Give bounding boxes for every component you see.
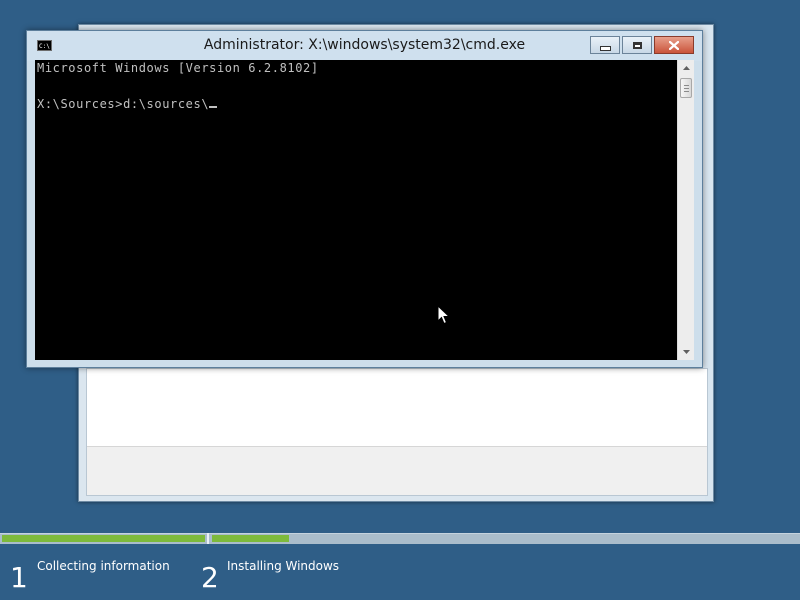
vertical-scrollbar[interactable]: [677, 60, 694, 360]
progress-fill-step1: [2, 535, 205, 542]
close-button[interactable]: [654, 36, 694, 54]
step-number: 2: [201, 561, 219, 594]
scroll-down-button[interactable]: [678, 344, 695, 360]
scroll-up-button[interactable]: [678, 60, 695, 76]
progress-fill-step2: [212, 535, 289, 542]
setup-progress-bar: [0, 533, 800, 544]
mouse-pointer-icon: [437, 305, 451, 325]
thumb-grip: [684, 88, 689, 89]
setup-content-area: [86, 368, 708, 496]
scroll-thumb[interactable]: [680, 78, 692, 98]
text-cursor: [209, 106, 218, 108]
maximize-icon: [632, 41, 642, 49]
progress-segment-step2: [209, 533, 800, 544]
minimize-icon: [599, 45, 611, 51]
step-number: 1: [10, 561, 28, 594]
console-prompt-line[interactable]: X:\Sources>d:\sources\: [37, 98, 677, 110]
step-label: Collecting information: [37, 559, 170, 573]
scroll-up-icon: [683, 66, 690, 70]
step-label: Installing Windows: [227, 559, 340, 573]
console-line-version: Microsoft Windows [Version 6.2.8102]: [37, 61, 319, 75]
thumb-grip: [684, 91, 689, 92]
maximize-button[interactable]: [622, 36, 652, 54]
scroll-down-icon: [683, 350, 690, 354]
thumb-grip: [684, 85, 689, 86]
console-output[interactable]: Microsoft Windows [Version 6.2.8102] X:\…: [35, 60, 677, 360]
cmd-window[interactable]: C:\ Administrator: X:\windows\system32\c…: [26, 30, 703, 368]
desktop: C:\ Administrator: X:\windows\system32\c…: [0, 0, 800, 600]
window-controls: [588, 36, 694, 54]
console-prompt-text: X:\Sources>d:\sources\: [37, 97, 210, 111]
cmd-titlebar[interactable]: C:\ Administrator: X:\windows\system32\c…: [27, 31, 702, 61]
minimize-button[interactable]: [590, 36, 620, 54]
close-icon: [669, 40, 679, 50]
setup-footer: [87, 446, 707, 495]
